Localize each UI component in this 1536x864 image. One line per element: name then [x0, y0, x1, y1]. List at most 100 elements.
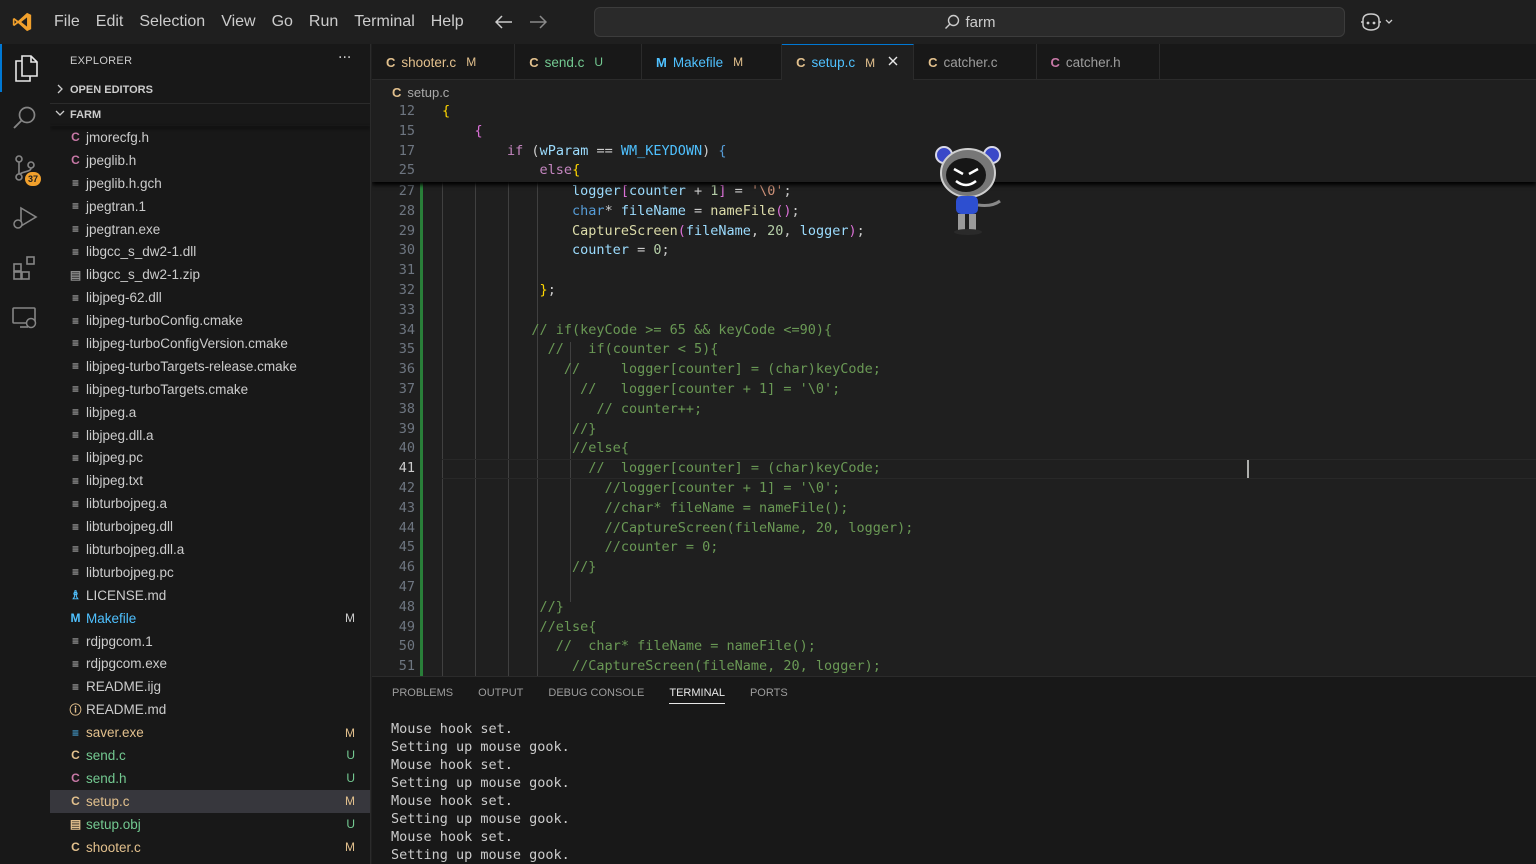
tab-Makefile[interactable]: M Makefile M	[642, 44, 783, 80]
file-item[interactable]: Csend.c U	[50, 744, 370, 767]
menu-go[interactable]: Go	[264, 7, 301, 37]
open-editors-section[interactable]: OPEN EDITORS	[50, 79, 370, 101]
file-name: jpegtran.1	[86, 198, 147, 214]
menu-file[interactable]: File	[46, 7, 88, 37]
code-text: // if(counter < 5){	[547, 341, 719, 358]
panel-tab-ports[interactable]: PORTS	[750, 687, 788, 704]
file-item[interactable]: ♗ LICENSE.md	[50, 584, 370, 607]
file-type-icon: ♗	[70, 588, 81, 603]
file-name: libturbojpeg.a	[86, 496, 168, 512]
code-line: 39 //}	[372, 420, 1536, 440]
file-type-icon: ≡	[71, 656, 79, 671]
extensions-icon[interactable]	[0, 244, 50, 292]
file-item[interactable]: ≡ jpeglib.h.gch	[50, 172, 370, 195]
mascot-character-image[interactable]	[934, 143, 1004, 236]
breadcrumb-file[interactable]: setup.c	[407, 85, 449, 100]
file-item[interactable]: ≡ libjpeg.a	[50, 401, 370, 424]
file-item[interactable]: ≡ README.ijg	[50, 675, 370, 698]
code-line: 36 // logger[counter] = (char)keyCode;	[372, 360, 1536, 380]
file-item[interactable]: ≡ jpegtran.1	[50, 195, 370, 218]
file-item[interactable]: ≡ rdjpgcom.1	[50, 630, 370, 653]
file-item[interactable]: Cjpeglib.h	[50, 149, 370, 172]
code-line: 51 //CaptureScreen(fileName, 20, logger)…	[372, 657, 1536, 676]
back-arrow-icon[interactable]	[494, 12, 514, 32]
file-item[interactable]: ≡ libjpeg.txt	[50, 469, 370, 492]
file-item[interactable]: ≡ libjpeg-turboTargets.cmake	[50, 378, 370, 401]
tab-shooter-c[interactable]: Cshooter.c M	[372, 44, 516, 80]
file-name: LICENSE.md	[86, 587, 167, 603]
explorer-files-icon[interactable]	[0, 44, 50, 92]
chevron-right-icon	[50, 84, 70, 97]
bottom-panel: PROBLEMS OUTPUT DEBUG CONSOLE TERMINAL PORTS…	[372, 676, 1536, 864]
file-item[interactable]: ≡ libturbojpeg.dll	[50, 515, 370, 538]
menu-selection[interactable]: Selection	[131, 7, 213, 37]
forward-arrow-icon[interactable]	[528, 12, 548, 32]
file-item[interactable]: ≡ libgcc_s_dw2-1.dll	[50, 240, 370, 263]
panel-tab-output[interactable]: OUTPUT	[478, 687, 523, 704]
file-item[interactable]: ▤ libgcc_s_dw2-1.zip	[50, 263, 370, 286]
panel-tab-debug-console[interactable]: DEBUG CONSOLE	[548, 687, 644, 704]
file-item[interactable]: ≡ libjpeg-62.dll	[50, 286, 370, 309]
terminal-output[interactable]: Mouse hook set. Setting up mouse gook. Mou…	[391, 720, 570, 864]
file-item[interactable]: Csend.h U	[50, 767, 370, 790]
file-item[interactable]: ≡ libjpeg.dll.a	[50, 424, 370, 447]
file-item[interactable]: ≡ jpegtran.exe	[50, 218, 370, 241]
tab-send-c[interactable]: Csend.c U	[515, 44, 643, 80]
git-status-badge: M	[865, 55, 876, 70]
file-item[interactable]: ≡ libturbojpeg.pc	[50, 561, 370, 584]
file-name: libjpeg-62.dll	[86, 290, 162, 306]
remote-explorer-icon[interactable]	[0, 294, 50, 342]
menu-edit[interactable]: Edit	[88, 7, 132, 37]
file-name: libjpeg.a	[86, 404, 137, 420]
panel-tab-problems[interactable]: PROBLEMS	[392, 687, 453, 704]
code-text: CaptureScreen(fileName, 20, logger);	[572, 222, 865, 239]
file-item[interactable]: ≡ libturbojpeg.dll.a	[50, 538, 370, 561]
code-text: };	[539, 282, 556, 298]
file-item[interactable]: ≡ libturbojpeg.a	[50, 492, 370, 515]
file-item[interactable]: ▤ setup.obj U	[50, 813, 370, 836]
code-line: 46 //}	[372, 558, 1536, 578]
close-icon[interactable]	[887, 55, 899, 70]
tab-catcher-h[interactable]: Ccatcher.h	[1037, 44, 1160, 80]
code-text: // char* fileName = nameFile();	[555, 638, 816, 655]
sticky-line[interactable]: 15 {	[372, 122, 1536, 142]
tab-label: catcher.c	[943, 54, 998, 70]
command-center-search[interactable]: farm	[594, 7, 1345, 37]
line-number: 33	[398, 301, 415, 318]
line-number: 25	[398, 162, 415, 179]
tab-setup-c[interactable]: Csetup.c M	[782, 44, 915, 80]
file-type-icon: ≡	[71, 679, 79, 694]
farm-folder-section[interactable]: FARM	[50, 103, 370, 125]
file-item[interactable]: Cjmorecfg.h	[50, 126, 370, 149]
line-number: 27	[398, 183, 415, 199]
menu-run[interactable]: Run	[301, 7, 346, 37]
menu-terminal[interactable]: Terminal	[346, 7, 422, 37]
sticky-line[interactable]: 12 {	[372, 102, 1536, 122]
file-item[interactable]: M Makefile M	[50, 607, 370, 630]
search-icon[interactable]	[0, 94, 50, 142]
file-item[interactable]: ≡ libjpeg-turboConfig.cmake	[50, 309, 370, 332]
code-line: 33	[372, 301, 1536, 321]
panel-tab-terminal[interactable]: TERMINAL	[669, 687, 725, 704]
file-item[interactable]: ≡ rdjpgcom.exe	[50, 652, 370, 675]
file-item[interactable]: Cshooter.c M	[50, 836, 370, 859]
chevron-down-icon	[50, 108, 70, 121]
menu-view[interactable]: View	[213, 7, 263, 37]
file-item[interactable]: ≡ libjpeg-turboConfigVersion.cmake	[50, 332, 370, 355]
copilot-button[interactable]	[1360, 10, 1398, 34]
file-name: libjpeg.pc	[86, 450, 144, 466]
run-debug-icon[interactable]	[0, 194, 50, 242]
source-control-icon[interactable]: 37	[0, 144, 50, 192]
file-item[interactable]: ≡ libjpeg-turboTargets-release.cmake	[50, 355, 370, 378]
file-item[interactable]: ≡ saver.exe M	[50, 721, 370, 744]
more-actions-icon[interactable]: ···	[338, 50, 351, 66]
terminal-line: Mouse hook set.	[391, 757, 513, 773]
breadcrumb[interactable]: C setup.c	[392, 82, 449, 102]
code-text: //counter = 0;	[604, 539, 719, 556]
file-item[interactable]: Csetup.c M	[50, 789, 370, 813]
code-text: if (wParam == WM_KEYDOWN) {	[507, 142, 727, 159]
tab-catcher-c[interactable]: Ccatcher.c	[914, 44, 1037, 80]
menu-help[interactable]: Help	[423, 7, 472, 37]
file-item[interactable]: ⓘ README.md	[50, 698, 370, 721]
file-item[interactable]: ≡ libjpeg.pc	[50, 446, 370, 469]
